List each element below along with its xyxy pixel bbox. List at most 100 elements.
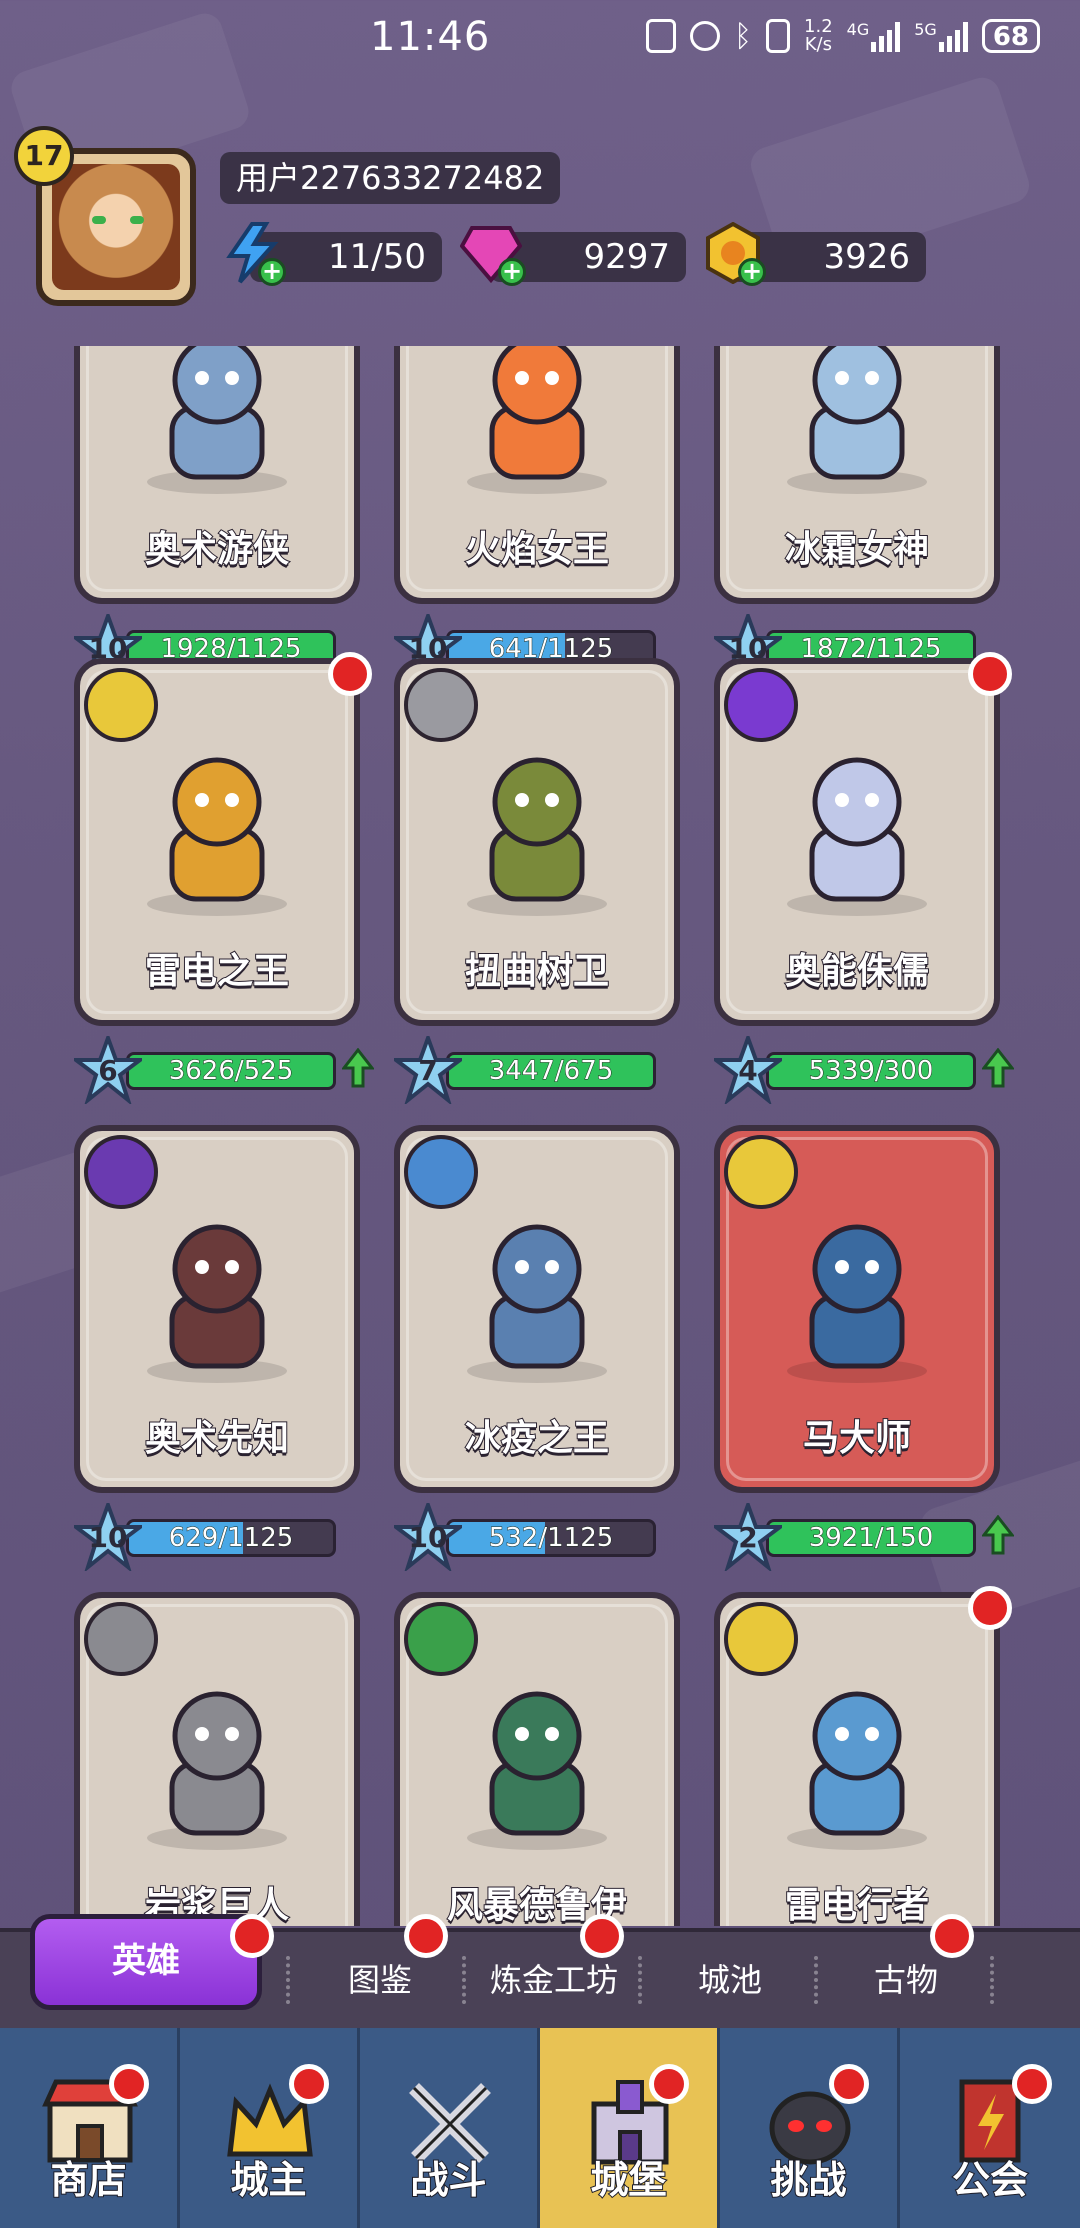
signal-5g: 5G	[914, 20, 968, 52]
signal-bars-icon	[871, 20, 901, 52]
nav-challenge[interactable]: 挑战	[720, 2028, 900, 2228]
progress-bar: 532/1125	[446, 1519, 656, 1557]
status-bar: 11:46 ᛒ 1.2 K/s 4G 5G 68	[0, 0, 1080, 80]
tab-heroes[interactable]: 英雄	[30, 1914, 262, 2010]
star-level-number: 4	[738, 1054, 758, 1087]
progress-text: 5339/300	[808, 1056, 934, 1087]
hero-card[interactable]: 火焰女王	[394, 346, 680, 604]
nfc-icon	[646, 19, 677, 53]
signal-4g: 4G	[847, 20, 901, 52]
hero-portrait	[117, 1201, 317, 1395]
hero-card[interactable]: 马大师	[714, 1125, 1000, 1493]
lightning-element-icon	[724, 1135, 798, 1209]
player-username: 用户227633272482	[220, 152, 561, 204]
vibrate-icon	[766, 19, 791, 53]
nav-shop[interactable]: 商店	[0, 2028, 180, 2228]
hero-portrait	[437, 1201, 637, 1395]
arcane-element-icon	[724, 668, 798, 742]
hero-card[interactable]: 奥能侏儒	[714, 658, 1000, 1026]
bottom-navigation: 商店 城主 战斗 城堡 挑战 公会	[0, 2028, 1080, 2228]
hero-portrait	[117, 734, 317, 928]
nav-lord-notification-dot	[289, 2064, 329, 2104]
tab-relics-notification-dot	[930, 1914, 974, 1958]
upgrade-arrow-icon[interactable]	[980, 1047, 1016, 1088]
tab-city[interactable]: 城池	[642, 1932, 818, 2028]
hero-grid: 奥术游侠 1928/1125 10 火焰女王 641/1125 10 冰霜女神 1872/11…	[0, 346, 1080, 1926]
lightning-element-icon	[84, 668, 158, 742]
nav-guild[interactable]: 公会	[900, 2028, 1080, 2228]
alarm-icon	[690, 21, 721, 51]
star-level-number: 2	[738, 1521, 758, 1554]
hero-portrait	[437, 734, 637, 928]
add-gems-button[interactable]: +	[498, 258, 526, 286]
hero-notification-dot	[968, 652, 1012, 696]
hero-name: 奥术先知	[144, 1417, 290, 1460]
rock-element-icon	[84, 1602, 158, 1676]
progress-text: 3447/675	[488, 1056, 614, 1087]
hero-shard-progress: 3447/675 7	[390, 1032, 694, 1106]
hero-card[interactable]: 风暴德鲁伊	[394, 1592, 680, 1926]
section-tabs: 英雄 图鉴 炼金工坊 城池 古物	[0, 1914, 1080, 2032]
player-level-badge: 17	[14, 126, 74, 186]
nav-castle[interactable]: 城堡	[540, 2028, 720, 2228]
hero-shard-progress: 5339/300 4	[710, 1032, 1016, 1106]
avatar-portrait	[52, 164, 180, 290]
star-level-number: 6	[98, 1054, 118, 1087]
hero-card[interactable]: 雷电行者	[714, 1592, 1000, 1926]
nav-castle-notification-dot	[649, 2064, 689, 2104]
arcane-staff-element-icon	[84, 1135, 158, 1209]
star-level-icon: 6	[70, 1032, 146, 1106]
hero-card[interactable]: 冰霜女神	[714, 346, 1000, 604]
hero-card[interactable]: 扭曲树卫	[394, 658, 680, 1026]
progress-bar: 629/1125	[126, 1519, 336, 1557]
status-time: 11:46	[370, 14, 491, 60]
progress-bar: 3447/675	[446, 1052, 656, 1090]
star-level-number: 10	[408, 1521, 448, 1554]
network-speed: 1.2 K/s	[804, 16, 833, 55]
hero-portrait	[437, 1668, 637, 1862]
add-gold-button[interactable]: +	[738, 258, 766, 286]
hero-card[interactable]: 奥术先知	[74, 1125, 360, 1493]
progress-text: 532/1125	[488, 1523, 614, 1554]
bluetooth-icon: ᛒ	[734, 18, 753, 54]
hero-name: 奥术游侠	[144, 528, 290, 571]
hero-name: 风暴德鲁伊	[446, 1884, 628, 1926]
hero-shard-progress: 3626/525 6	[70, 1032, 376, 1106]
add-energy-button[interactable]: +	[258, 258, 286, 286]
wind-element-icon	[404, 1602, 478, 1676]
nav-shop-notification-dot	[109, 2064, 149, 2104]
hero-card[interactable]: 冰疫之王	[394, 1125, 680, 1493]
iron-element-icon	[404, 668, 478, 742]
progress-text: 629/1125	[168, 1523, 294, 1554]
hero-name: 火焰女王	[464, 528, 610, 571]
hero-portrait	[757, 1668, 957, 1862]
ice-element-icon	[404, 1135, 478, 1209]
lightning-element-icon	[724, 1602, 798, 1676]
tab-alchemy-notification-dot	[580, 1914, 624, 1958]
hero-name: 奥能侏儒	[784, 950, 930, 993]
hero-name: 扭曲树卫	[464, 950, 610, 993]
upgrade-arrow-icon[interactable]	[340, 1047, 376, 1088]
upgrade-arrow-icon[interactable]	[980, 1514, 1016, 1555]
hero-card[interactable]: 雷电之王	[74, 658, 360, 1026]
star-level-number: 7	[418, 1054, 438, 1087]
star-level-icon: 10	[70, 1499, 146, 1573]
star-level-icon: 2	[710, 1499, 786, 1573]
hero-shard-progress: 629/1125 10	[70, 1499, 374, 1573]
nav-lord[interactable]: 城主	[180, 2028, 360, 2228]
progress-bar: 5339/300	[766, 1052, 976, 1090]
hero-card[interactable]: 岩浆巨人	[74, 1592, 360, 1926]
star-level-number: 10	[88, 1521, 128, 1554]
hero-name: 冰霜女神	[784, 528, 930, 571]
hero-card[interactable]: 奥术游侠	[74, 346, 360, 604]
hero-name: 雷电之王	[144, 950, 290, 993]
hero-name: 马大师	[802, 1417, 912, 1460]
progress-bar: 3626/525	[126, 1052, 336, 1090]
hero-portrait	[757, 346, 957, 506]
nav-battle[interactable]: 战斗	[360, 2028, 540, 2228]
hero-name: 冰疫之王	[464, 1417, 610, 1460]
hero-portrait	[757, 1201, 957, 1395]
star-level-icon: 7	[390, 1032, 466, 1106]
nav-challenge-notification-dot	[829, 2064, 869, 2104]
nav-guild-notification-dot	[1012, 2064, 1052, 2104]
